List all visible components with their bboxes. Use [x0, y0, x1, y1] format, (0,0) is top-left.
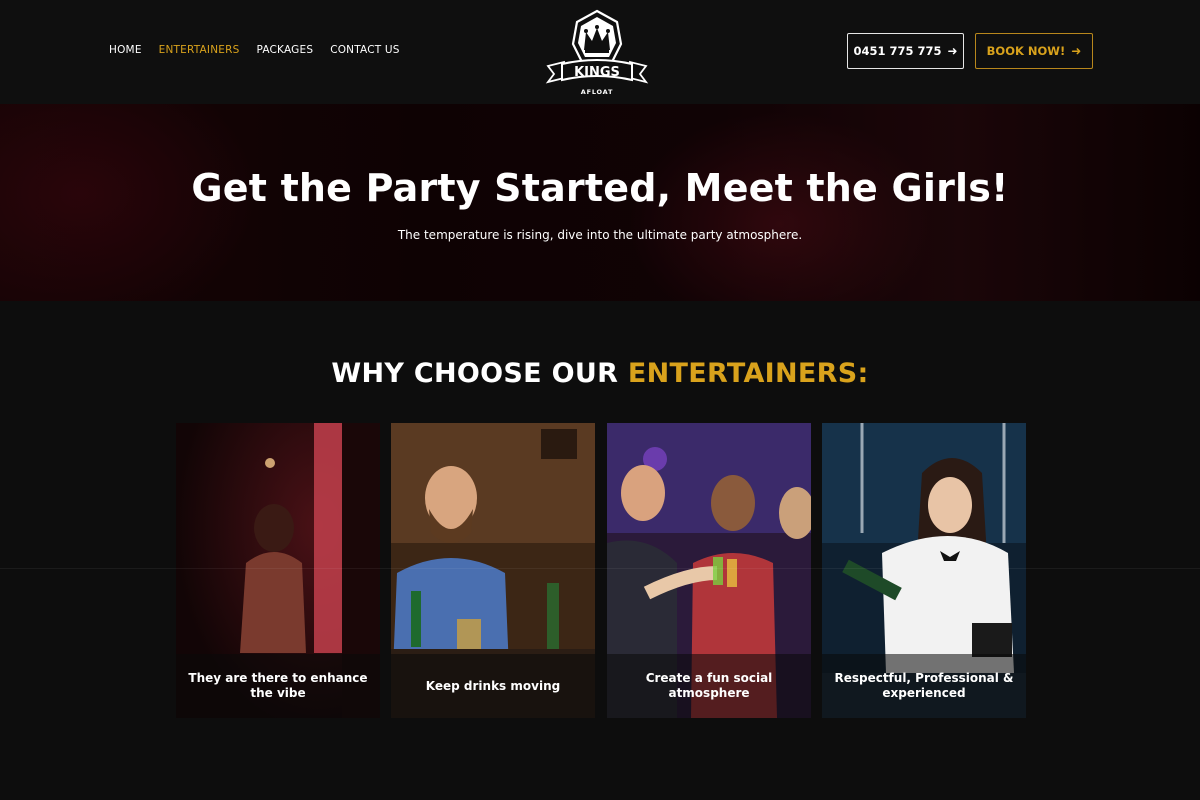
book-now-button[interactable]: BOOK NOW! ➜: [975, 33, 1093, 69]
nav-item-packages[interactable]: PACKAGES: [256, 44, 313, 56]
kings-afloat-logo[interactable]: KINGS AFLOAT: [544, 8, 650, 100]
entertainer-card-4[interactable]: Respectful, Professional & experienced: [822, 423, 1026, 718]
section-title: WHY CHOOSE OUR ENTERTAINERS:: [0, 358, 1200, 389]
main-nav: HOME ENTERTAINERS PACKAGES CONTACT US: [109, 44, 417, 56]
card-caption: Create a fun social atmosphere: [607, 654, 811, 718]
hero-subtitle: The temperature is rising, dive into the…: [397, 228, 803, 242]
crown-shield-icon: KINGS AFLOAT: [545, 9, 649, 96]
card-caption: They are there to enhance the vibe: [176, 654, 380, 718]
arrow-right-icon: ➜: [1071, 44, 1082, 58]
svg-text:KINGS: KINGS: [574, 65, 620, 80]
entertainer-card-1[interactable]: They are there to enhance the vibe: [176, 423, 380, 718]
arrow-right-icon: ➜: [947, 44, 958, 58]
entertainer-card-2[interactable]: Keep drinks moving: [391, 423, 595, 718]
hero-banner: Get the Party Started, Meet the Girls! T…: [0, 104, 1200, 301]
book-now-label: BOOK NOW!: [986, 44, 1066, 58]
svg-text:AFLOAT: AFLOAT: [581, 88, 614, 96]
hero-title: Get the Party Started, Meet the Girls!: [191, 166, 1009, 210]
card-caption: Respectful, Professional & experienced: [822, 654, 1026, 718]
nav-item-home[interactable]: HOME: [109, 44, 142, 56]
phone-button-label: 0451 775 775: [853, 44, 942, 58]
site-header: HOME ENTERTAINERS PACKAGES CONTACT US KI…: [0, 0, 1200, 104]
nav-item-entertainers[interactable]: ENTERTAINERS: [159, 44, 240, 56]
section-title-gold: ENTERTAINERS:: [627, 358, 869, 389]
card-caption: Keep drinks moving: [391, 654, 595, 718]
entertainer-card-3[interactable]: Create a fun social atmosphere: [607, 423, 811, 718]
nav-item-contact-us[interactable]: CONTACT US: [330, 44, 399, 56]
section-title-white: WHY CHOOSE OUR: [331, 358, 628, 389]
divider-line: [0, 568, 1200, 569]
phone-button[interactable]: 0451 775 775 ➜: [847, 33, 964, 69]
